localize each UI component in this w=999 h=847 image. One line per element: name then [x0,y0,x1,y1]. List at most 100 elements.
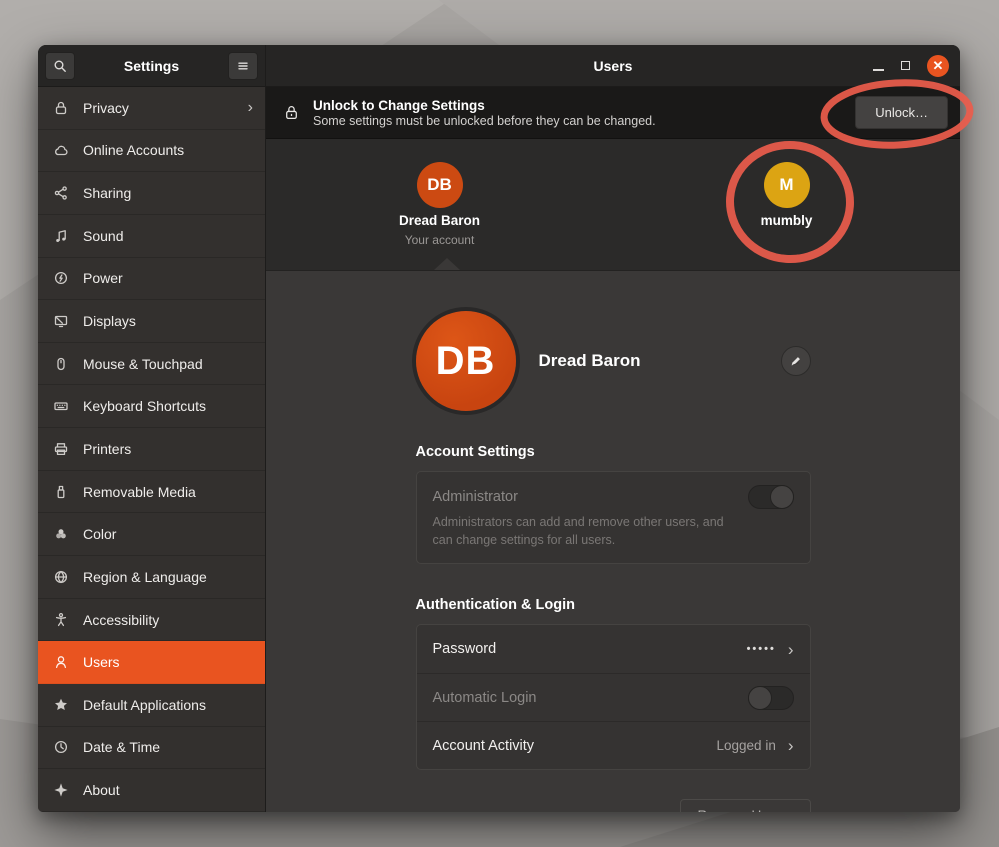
banner-subtitle: Some settings must be unlocked before th… [313,114,656,128]
mouse-icon [53,356,69,372]
pane-header: Users ✕ [266,45,960,87]
users-pane: Unlock to Change Settings Some settings … [266,87,960,812]
titlebar: Settings Users ✕ [38,45,960,87]
user-name: mumbly [761,213,813,228]
account-activity-label: Account Activity [433,738,535,754]
edit-name-button[interactable] [781,346,811,376]
avatar: M [764,162,810,208]
profile-name: Dread Baron [539,351,641,371]
close-button[interactable]: ✕ [927,55,949,77]
search-icon [52,58,68,74]
password-row[interactable]: Password•••••› [417,625,810,673]
sidebar-item-removable-media[interactable]: Removable Media [38,471,265,514]
app-title: Settings [79,58,224,74]
accessibility-icon [53,612,69,628]
users-icon [53,654,69,670]
sidebar-item-label: Default Applications [83,697,206,713]
sidebar-item-label: Region & Language [83,569,207,585]
sound-icon [53,228,69,244]
sidebar-item-label: Keyboard Shortcuts [83,398,206,414]
sidebar-item-power[interactable]: Power [38,258,265,301]
sidebar-item-privacy[interactable]: Privacy › [38,87,265,130]
clock-icon [53,739,69,755]
automatic-login-label: Automatic Login [433,690,537,706]
sidebar-item-color[interactable]: Color [38,513,265,556]
account-settings-heading: Account Settings [416,444,811,460]
sidebar-item-mouse-touchpad[interactable]: Mouse & Touchpad [38,343,265,386]
globe-icon [53,569,69,585]
maximize-button[interactable] [901,61,910,70]
administrator-toggle[interactable] [748,485,794,509]
sidebar-item-sound[interactable]: Sound [38,215,265,258]
sidebar-item-label: Mouse & Touchpad [83,356,203,372]
lock-icon [283,103,300,122]
profile-row: DB Dread Baron [416,311,811,411]
sidebar-item-date-time[interactable]: Date & Time [38,727,265,770]
user-detail-panel: DB Dread Baron Account Settings Administ… [266,271,960,812]
drive-icon [53,484,69,500]
sidebar-item-keyboard-shortcuts[interactable]: Keyboard Shortcuts [38,385,265,428]
unlock-button[interactable]: Unlock… [855,96,948,129]
carousel-user-mumbly[interactable]: Mmumbly [613,139,960,270]
pencil-icon [789,354,803,368]
toggle-knob [770,485,794,509]
carousel-user-dread-baron[interactable]: DB Dread Baron Your account [266,139,613,270]
chevron-right-icon: › [788,641,794,658]
automatic-login-toggle[interactable] [748,686,794,710]
power-icon [53,270,69,286]
color-icon [53,526,69,542]
sidebar-item-sharing[interactable]: Sharing [38,172,265,215]
sidebar-item-displays[interactable]: Displays [38,300,265,343]
sidebar-item-label: Accessibility [83,612,159,628]
keyboard-icon [53,398,69,414]
chevron-right-icon: › [248,100,253,116]
menu-button[interactable] [228,52,258,80]
account-activity-value: Logged in [717,738,776,753]
automatic-login-row: Automatic Login [417,673,810,721]
sidebar-item-label: Removable Media [83,484,196,500]
administrator-row: Administrator Administrators can add and… [417,472,810,563]
account-settings-card: Administrator Administrators can add and… [416,471,811,564]
administrator-label: Administrator [433,489,518,505]
avatar: DB [417,162,463,208]
sidebar-item-about[interactable]: About [38,769,265,812]
user-subtitle: Your account [405,233,475,247]
sidebar-item-label: Displays [83,313,136,329]
remove-user-button[interactable]: Remove User… [680,799,810,812]
sidebar-item-label: Printers [83,441,131,457]
sidebar-item-label: Power [83,270,123,286]
sidebar-item-label: Sound [83,228,123,244]
search-button[interactable] [45,52,75,80]
sidebar-item-users[interactable]: Users [38,641,265,684]
display-icon [53,313,69,329]
selected-user-pointer [434,258,460,270]
unlock-banner: Unlock to Change Settings Some settings … [266,87,960,139]
sidebar-item-default-applications[interactable]: Default Applications [38,684,265,727]
sidebar-item-label: Sharing [83,185,131,201]
user-carousel: DB Dread Baron Your account Mmumbly [266,139,960,271]
page-title: Users [594,58,633,74]
sidebar-item-region-language[interactable]: Region & Language [38,556,265,599]
sidebar-item-accessibility[interactable]: Accessibility [38,599,265,642]
sidebar-item-printers[interactable]: Printers [38,428,265,471]
minimize-button[interactable] [873,69,884,71]
auth-login-card: Password•••••›Automatic LoginAccount Act… [416,624,811,770]
sparkle-icon [53,782,69,798]
hamburger-icon [235,58,251,74]
share-icon [53,185,69,201]
window-controls: ✕ [873,45,949,86]
administrator-description: Administrators can add and remove other … [433,514,738,549]
sidebar-item-label: Date & Time [83,739,160,755]
chevron-right-icon: › [788,737,794,754]
printer-icon [53,441,69,457]
sidebar-item-online-accounts[interactable]: Online Accounts [38,130,265,173]
user-name: Dread Baron [399,213,480,228]
toggle-knob [748,686,772,710]
account-activity-row[interactable]: Account Activity Logged in › [417,721,810,769]
sidebar-item-label: Privacy [83,100,129,116]
password-value: ••••• [747,643,776,655]
settings-window: Settings Users ✕ Privacy › Online Accounts… [38,45,960,812]
star-icon [53,697,69,713]
sidebar: Privacy › Online Accounts Sharing Sound Power… [38,87,266,812]
avatar: DB [416,311,516,411]
